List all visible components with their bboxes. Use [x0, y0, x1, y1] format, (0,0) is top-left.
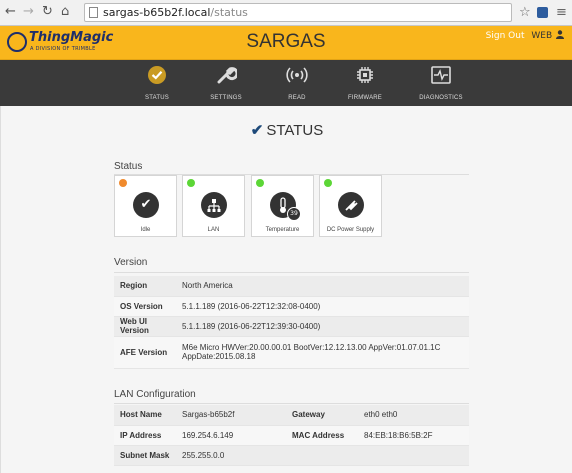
nav-firmware[interactable]: FIRMWARE — [335, 64, 395, 101]
status-check-icon — [146, 64, 168, 86]
lan-section-divider — [114, 403, 469, 404]
card-label: Idle — [140, 227, 151, 233]
lan-value: 84:EB:18:B6:5B:2F — [358, 425, 469, 446]
version-section-divider — [114, 272, 469, 273]
table-row: IP Address 169.254.6.149 MAC Address 84:… — [114, 425, 469, 446]
back-icon[interactable]: ← — [5, 4, 16, 20]
app-header: ThingMagic A DIVISION OF TRIMBLE SARGAS … — [0, 26, 572, 60]
menu-icon[interactable]: ≡ — [556, 5, 567, 20]
version-table: Region North America OS Version 5.1.1.18… — [114, 276, 469, 369]
url-host: sargas-b65b2f.local — [103, 6, 211, 19]
version-key: AFE Version — [114, 336, 176, 369]
version-value: M6e Micro HWVer:20.00.00.01 BootVer:12.1… — [176, 336, 469, 369]
table-row: Subnet Mask 255.255.0.0 — [114, 445, 469, 466]
version-value: 5.1.1.189 (2016-06-22T12:32:08-0400) — [176, 296, 469, 317]
lan-table: Host Name Sargas-b65b2f Gateway eth0 eth… — [114, 405, 469, 466]
table-row: Host Name Sargas-b65b2f Gateway eth0 eth… — [114, 405, 469, 426]
browser-toolbar: ← → ↻ ⌂ sargas-b65b2f.local/status ☆ ≡ — [0, 0, 572, 26]
antenna-icon — [286, 64, 308, 86]
lan-value: 255.255.0.0 — [176, 445, 286, 466]
lan-section-title: LAN Configuration — [114, 389, 196, 400]
status-card-lan[interactable]: LAN — [182, 175, 245, 237]
version-key: Web UI Version — [114, 316, 176, 337]
lan-value — [358, 445, 469, 466]
lan-key: Gateway — [286, 405, 358, 426]
table-row: AFE Version M6e Micro HWVer:20.00.00.01 … — [114, 336, 469, 369]
temperature-badge: 39 — [287, 207, 301, 221]
lan-value: 169.254.6.149 — [176, 425, 286, 446]
lan-key: Host Name — [114, 405, 176, 426]
reload-icon[interactable]: ↻ — [42, 4, 53, 20]
wrench-icon — [215, 64, 239, 86]
lan-status-dot — [187, 179, 195, 187]
card-label: Temperature — [265, 227, 300, 233]
temperature-status-dot — [256, 179, 264, 187]
table-row: Web UI Version 5.1.1.189 (2016-06-22T12:… — [114, 316, 469, 337]
check-icon: ✔ — [250, 122, 264, 139]
user-area: Sign Out WEB — [486, 30, 564, 41]
main-content: ✔ STATUS Status ✔ Idle LAN 39 Temperature… — [0, 106, 572, 473]
nav-read[interactable]: READ — [267, 64, 327, 101]
afe-version-line2: AppDate:2015.08.18 — [182, 352, 256, 361]
home-icon[interactable]: ⌂ — [61, 4, 69, 20]
nav-settings[interactable]: SETTINGS — [196, 64, 256, 101]
nav-label-status: STATUS — [145, 95, 169, 101]
star-icon[interactable]: ☆ — [519, 5, 531, 20]
lan-key: MAC Address — [286, 425, 358, 446]
card-label: LAN — [207, 227, 220, 233]
nav-status[interactable]: STATUS — [127, 64, 187, 101]
check-icon: ✔ — [133, 192, 159, 218]
table-row: OS Version 5.1.1.189 (2016-06-22T12:32:0… — [114, 296, 469, 317]
card-label: DC Power Supply — [326, 227, 375, 233]
idle-status-dot — [119, 179, 127, 187]
network-icon — [201, 192, 227, 218]
lan-key: IP Address — [114, 425, 176, 446]
power-status-dot — [324, 179, 332, 187]
version-key: OS Version — [114, 296, 176, 317]
nav-label-read: READ — [288, 95, 306, 101]
lan-value: eth0 eth0 — [358, 405, 469, 426]
extension-icon[interactable] — [537, 7, 548, 18]
version-value: 5.1.1.189 (2016-06-22T12:39:30-0400) — [176, 316, 469, 337]
nav-label-settings: SETTINGS — [210, 95, 242, 101]
user-name: WEB — [531, 31, 553, 41]
main-nav: STATUS SETTINGS READ FIRMWARE DIAGNOSTIC… — [0, 60, 572, 106]
url-path: /status — [210, 6, 248, 19]
version-key: Region — [114, 276, 176, 297]
status-card-temperature[interactable]: 39 Temperature — [251, 175, 314, 237]
table-row: Region North America — [114, 276, 469, 297]
version-value: North America — [176, 276, 469, 297]
nav-label-firmware: FIRMWARE — [347, 95, 383, 101]
page-icon — [89, 7, 98, 18]
status-card-idle[interactable]: ✔ Idle — [114, 175, 177, 237]
lan-key — [286, 445, 358, 466]
status-card-dc-power[interactable]: DC Power Supply — [319, 175, 382, 237]
user-icon[interactable] — [556, 30, 564, 39]
plug-icon — [338, 192, 364, 218]
nav-diagnostics[interactable]: DIAGNOSTICS — [411, 64, 471, 101]
lan-value: Sargas-b65b2f — [176, 405, 286, 426]
address-bar[interactable]: sargas-b65b2f.local/status — [84, 3, 512, 22]
chip-icon — [354, 64, 376, 86]
afe-version-line1: M6e Micro HWVer:20.00.00.01 BootVer:12.1… — [182, 343, 441, 352]
nav-label-diagnostics: DIAGNOSTICS — [419, 95, 463, 101]
page-heading: ✔ STATUS — [1, 121, 572, 139]
sign-out-link[interactable]: Sign Out — [486, 31, 525, 41]
version-section-title: Version — [114, 257, 148, 268]
heartbeat-icon — [430, 64, 452, 86]
page-heading-text: STATUS — [266, 122, 324, 139]
lan-key: Subnet Mask — [114, 445, 176, 466]
status-section-title: Status — [114, 161, 143, 172]
forward-icon[interactable]: → — [23, 4, 34, 20]
